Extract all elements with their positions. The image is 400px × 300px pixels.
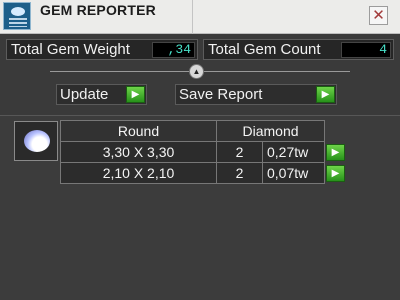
total-count-value: 4 bbox=[341, 42, 391, 58]
gem-count-cell: 2 bbox=[216, 141, 263, 163]
window-title: GEM REPORTER bbox=[40, 2, 156, 18]
gem-reporter-app-icon bbox=[3, 2, 31, 30]
total-weight-field: Total Gem Weight ,34 bbox=[6, 39, 198, 60]
total-count-label: Total Gem Count bbox=[208, 41, 321, 58]
gem-table-header: Round Diamond bbox=[60, 120, 345, 142]
play-arrow-icon[interactable]: ▶ bbox=[326, 143, 345, 161]
gem-count-cell: 2 bbox=[216, 162, 263, 184]
play-arrow-icon[interactable]: ▶ bbox=[326, 164, 345, 182]
play-arrow-icon[interactable]: ▶ bbox=[126, 86, 145, 103]
update-button[interactable]: Update ▶ bbox=[56, 84, 147, 105]
gem-glyph bbox=[11, 7, 25, 16]
save-report-button-label: Save Report bbox=[179, 86, 263, 103]
update-button-label: Update bbox=[60, 86, 109, 103]
gem-size-cell: 3,30 X 3,30 bbox=[60, 141, 217, 163]
title-divider bbox=[192, 0, 193, 34]
gem-weight-cell: 0,27tw bbox=[262, 141, 325, 163]
gem-material-header: Diamond bbox=[216, 120, 325, 142]
list-glyph bbox=[9, 18, 27, 27]
total-weight-label: Total Gem Weight bbox=[11, 41, 130, 58]
gem-thumbnail[interactable] bbox=[14, 121, 58, 161]
gem-shape-header: Round bbox=[60, 120, 217, 142]
close-button[interactable]: ✕ bbox=[369, 6, 388, 25]
gem-size-cell: 2,10 X 2,10 bbox=[60, 162, 217, 184]
gem-weight-cell: 0,07tw bbox=[262, 162, 325, 184]
save-report-button[interactable]: Save Report ▶ bbox=[175, 84, 337, 105]
table-row: 2,10 X 2,10 2 0,07tw ▶ bbox=[60, 162, 345, 184]
round-diamond-icon bbox=[24, 130, 50, 152]
gem-table: Round Diamond 3,30 X 3,30 2 0,27tw ▶ 2,1… bbox=[60, 120, 345, 184]
chevron-up-icon[interactable]: ▲ bbox=[189, 64, 204, 79]
play-arrow-icon[interactable]: ▶ bbox=[316, 86, 335, 103]
total-weight-value: ,34 bbox=[152, 42, 195, 58]
title-bar: GEM REPORTER ✕ bbox=[0, 0, 400, 34]
total-count-field: Total Gem Count 4 bbox=[203, 39, 394, 60]
table-row: 3,30 X 3,30 2 0,27tw ▶ bbox=[60, 141, 345, 163]
